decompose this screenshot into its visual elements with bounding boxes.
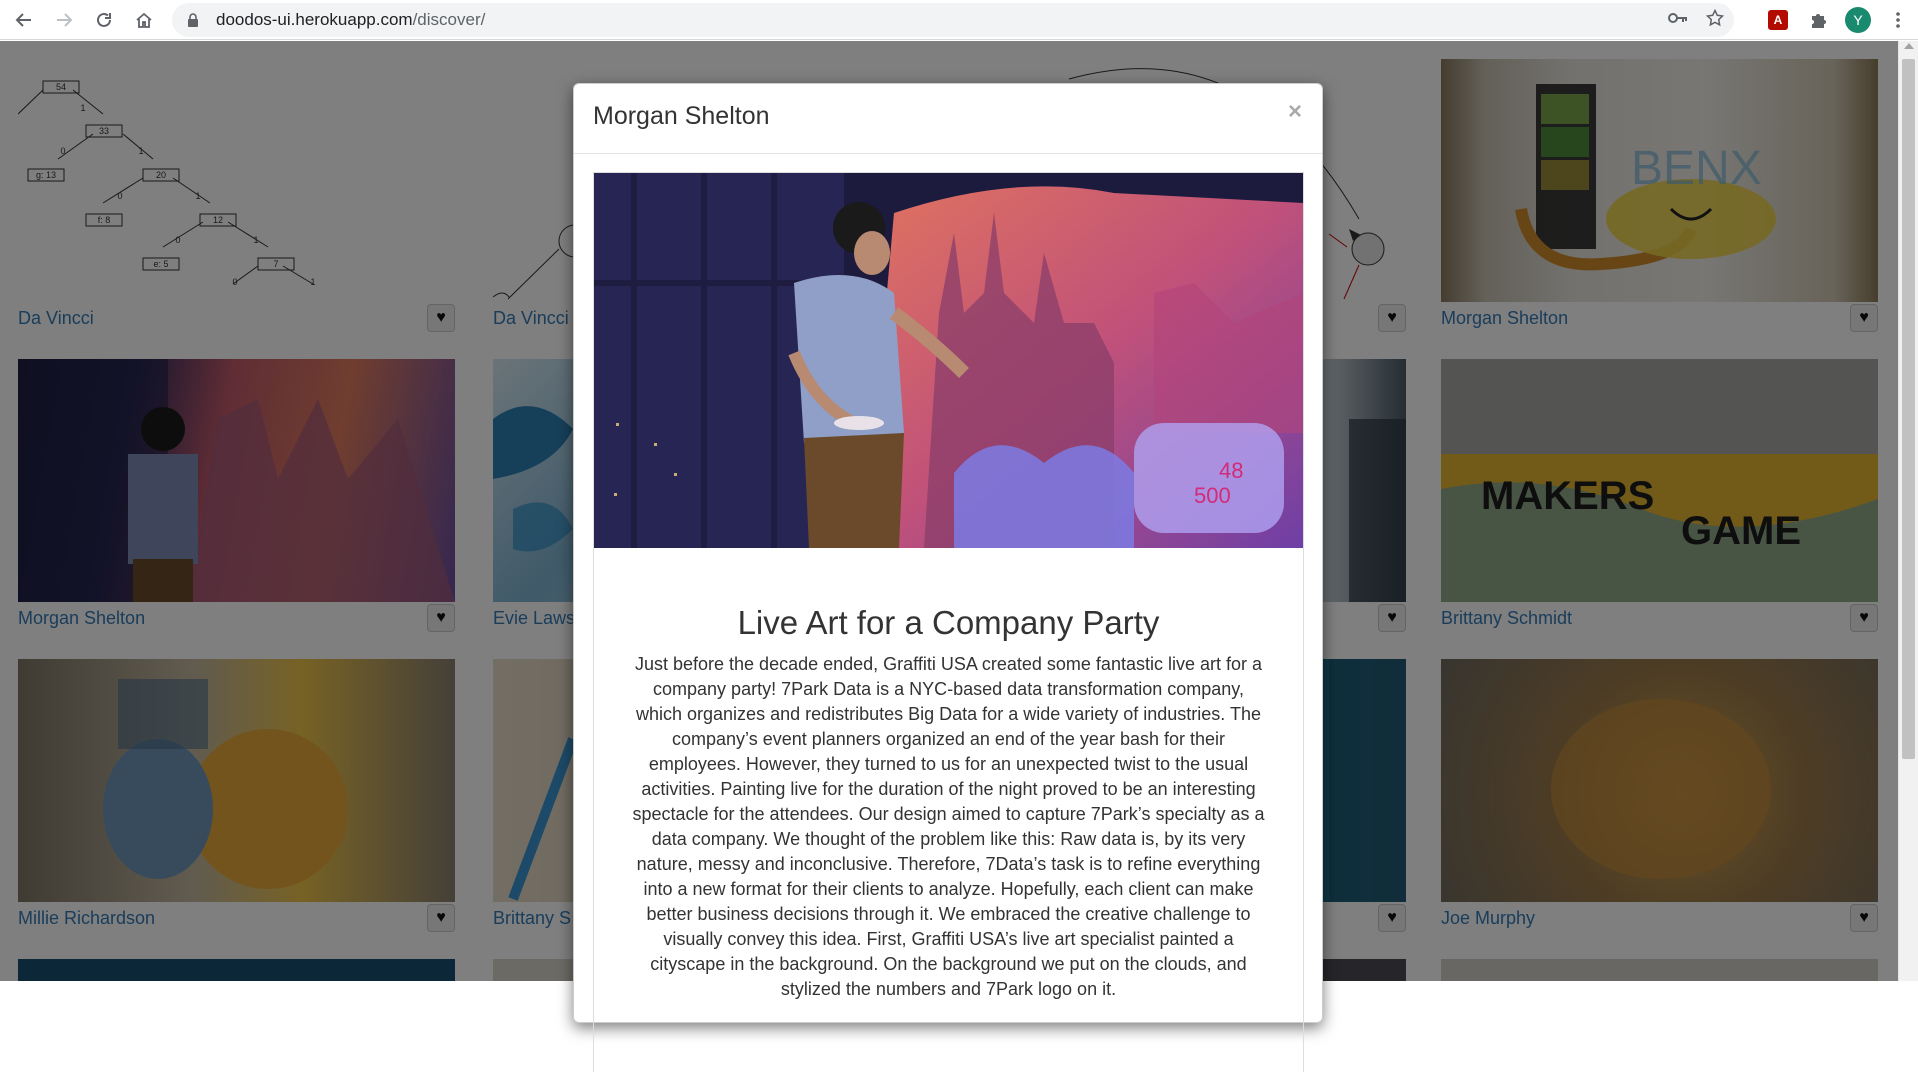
url-path: /discover/ [412,10,486,29]
pdf-extension-icon[interactable]: A [1758,0,1798,40]
address-bar[interactable]: doodos-ui.herokuapp.com/discover/ [172,3,1734,37]
close-icon[interactable]: × [1288,98,1302,126]
post-title: Live Art for a Company Party [737,604,1160,641]
modal-body: 48 500 Live Art for a Company Party Just… [574,154,1322,1072]
live-painting-photo: 48 500 [594,173,1303,548]
reload-icon[interactable] [84,0,124,40]
profile-initial: Y [1845,7,1871,33]
profile-avatar[interactable]: Y [1838,0,1878,40]
url-host: doodos-ui.herokuapp.com [216,10,413,29]
back-icon[interactable] [4,0,44,40]
lock-icon[interactable] [186,13,200,27]
forward-icon[interactable] [44,0,84,40]
url-text[interactable]: doodos-ui.herokuapp.com/discover/ [216,10,485,30]
modal-header: Morgan Shelton × [574,84,1322,154]
post-card: 48 500 Live Art for a Company Party Just… [593,172,1304,1072]
post-body: Just before the decade ended, Graffiti U… [632,654,1265,999]
svg-text:500: 500 [1194,483,1231,508]
scroll-up-arrow-icon[interactable] [1904,43,1914,49]
extensions-puzzle-icon[interactable] [1798,0,1838,40]
pdf-extension-label: A [1768,10,1788,30]
browser-toolbar: doodos-ui.herokuapp.com/discover/ A Y [0,0,1918,40]
artist-post-modal: Morgan Shelton × 48 500 Live Art for a C… [573,83,1323,1072]
post-image: 48 500 [594,173,1303,548]
modal-title: Morgan Shelton [593,102,770,130]
scroll-thumb[interactable] [1902,59,1915,759]
svg-text:48: 48 [1219,458,1243,483]
page-scrollbar[interactable] [1898,41,1918,981]
menu-kebab-icon[interactable] [1878,0,1918,40]
key-icon[interactable] [1668,11,1688,29]
home-icon[interactable] [124,0,164,40]
bookmark-star-icon[interactable] [1705,8,1725,32]
